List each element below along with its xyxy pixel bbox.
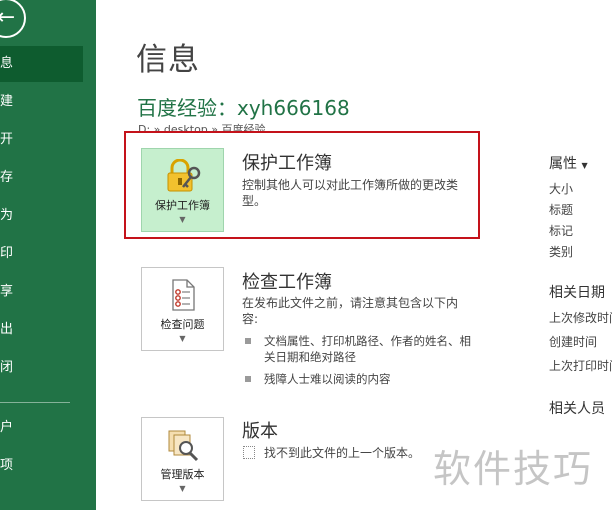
back-arrow-icon[interactable]: ← [0, 0, 26, 38]
property-title-label: 标题 [549, 203, 574, 217]
chevron-down-icon: ▼ [581, 161, 588, 170]
nav-item-open[interactable]: 打开 [0, 122, 83, 158]
properties-heading[interactable]: 属性 ▼ [549, 153, 588, 173]
last-printed-label: 上次打印时间 [549, 359, 612, 373]
created-label: 创建时间 [549, 335, 598, 349]
check-tile-label: 检查问题 [160, 318, 205, 331]
nav-item-save[interactable]: 保存 [0, 160, 83, 196]
related-people-heading: 相关人员 [549, 401, 605, 417]
nav-item-close[interactable]: 关闭 [0, 350, 83, 386]
chevron-down-icon: ▼ [179, 334, 186, 343]
check-issues-button[interactable]: 检查问题 ▼ [141, 267, 224, 351]
list-item: 残障人士难以阅读的内容 [244, 371, 476, 387]
property-category-label: 类别 [549, 245, 574, 259]
list-item: 文档属性、打印机路径、作者的姓名、相关日期和绝对路径 [244, 333, 476, 365]
watermark-text: 软件技巧 [433, 447, 594, 491]
versions-tile-label: 管理版本 [160, 468, 205, 481]
inspect-bullet-list: 文档属性、打印机路径、作者的姓名、相关日期和绝对路径 残障人士难以阅读的内容 [244, 333, 476, 393]
nav-divider [0, 402, 70, 403]
document-icon [243, 446, 255, 459]
nav-item-account[interactable]: 账户 [0, 410, 83, 446]
versions-description: 找不到此文件的上一个版本。 [264, 446, 421, 460]
document-name: 百度经验：xyh666168 [137, 96, 350, 120]
versions-magnifier-icon [168, 430, 198, 462]
nav-item-options[interactable]: 选项 [0, 448, 83, 484]
nav-item-save-as[interactable]: 另存为 [0, 198, 70, 234]
property-tags-label: 标记 [549, 224, 574, 238]
last-modified-label: 上次修改时间 [549, 311, 612, 325]
property-size-label: 大小 [549, 182, 574, 196]
nav-item-new[interactable]: 新建 [0, 84, 83, 120]
page-title: 信息 [136, 42, 200, 78]
inspect-description: 在发布此文件之前，请注意其包含以下内容: [242, 296, 459, 326]
nav-item-print[interactable]: 打印 [0, 236, 83, 272]
versions-title: 版本 [242, 421, 278, 442]
chevron-down-icon: ▼ [179, 484, 186, 493]
document-checklist-icon [171, 279, 195, 311]
related-dates-heading: 相关日期 [549, 285, 605, 301]
manage-versions-button[interactable]: 管理版本 ▼ [141, 417, 224, 501]
inspect-title: 检查工作簿 [242, 272, 332, 293]
backstage-nav: ← 信息 新建 打开 保存 另存为 打印 共享 导出 关闭 账户 选项 [0, 0, 96, 510]
nav-item-export[interactable]: 导出 [0, 312, 83, 348]
nav-item-info[interactable]: 信息 [0, 46, 83, 82]
properties-heading-label: 属性 [549, 156, 577, 172]
nav-item-share[interactable]: 共享 [0, 274, 83, 310]
highlight-annotation [124, 131, 480, 239]
